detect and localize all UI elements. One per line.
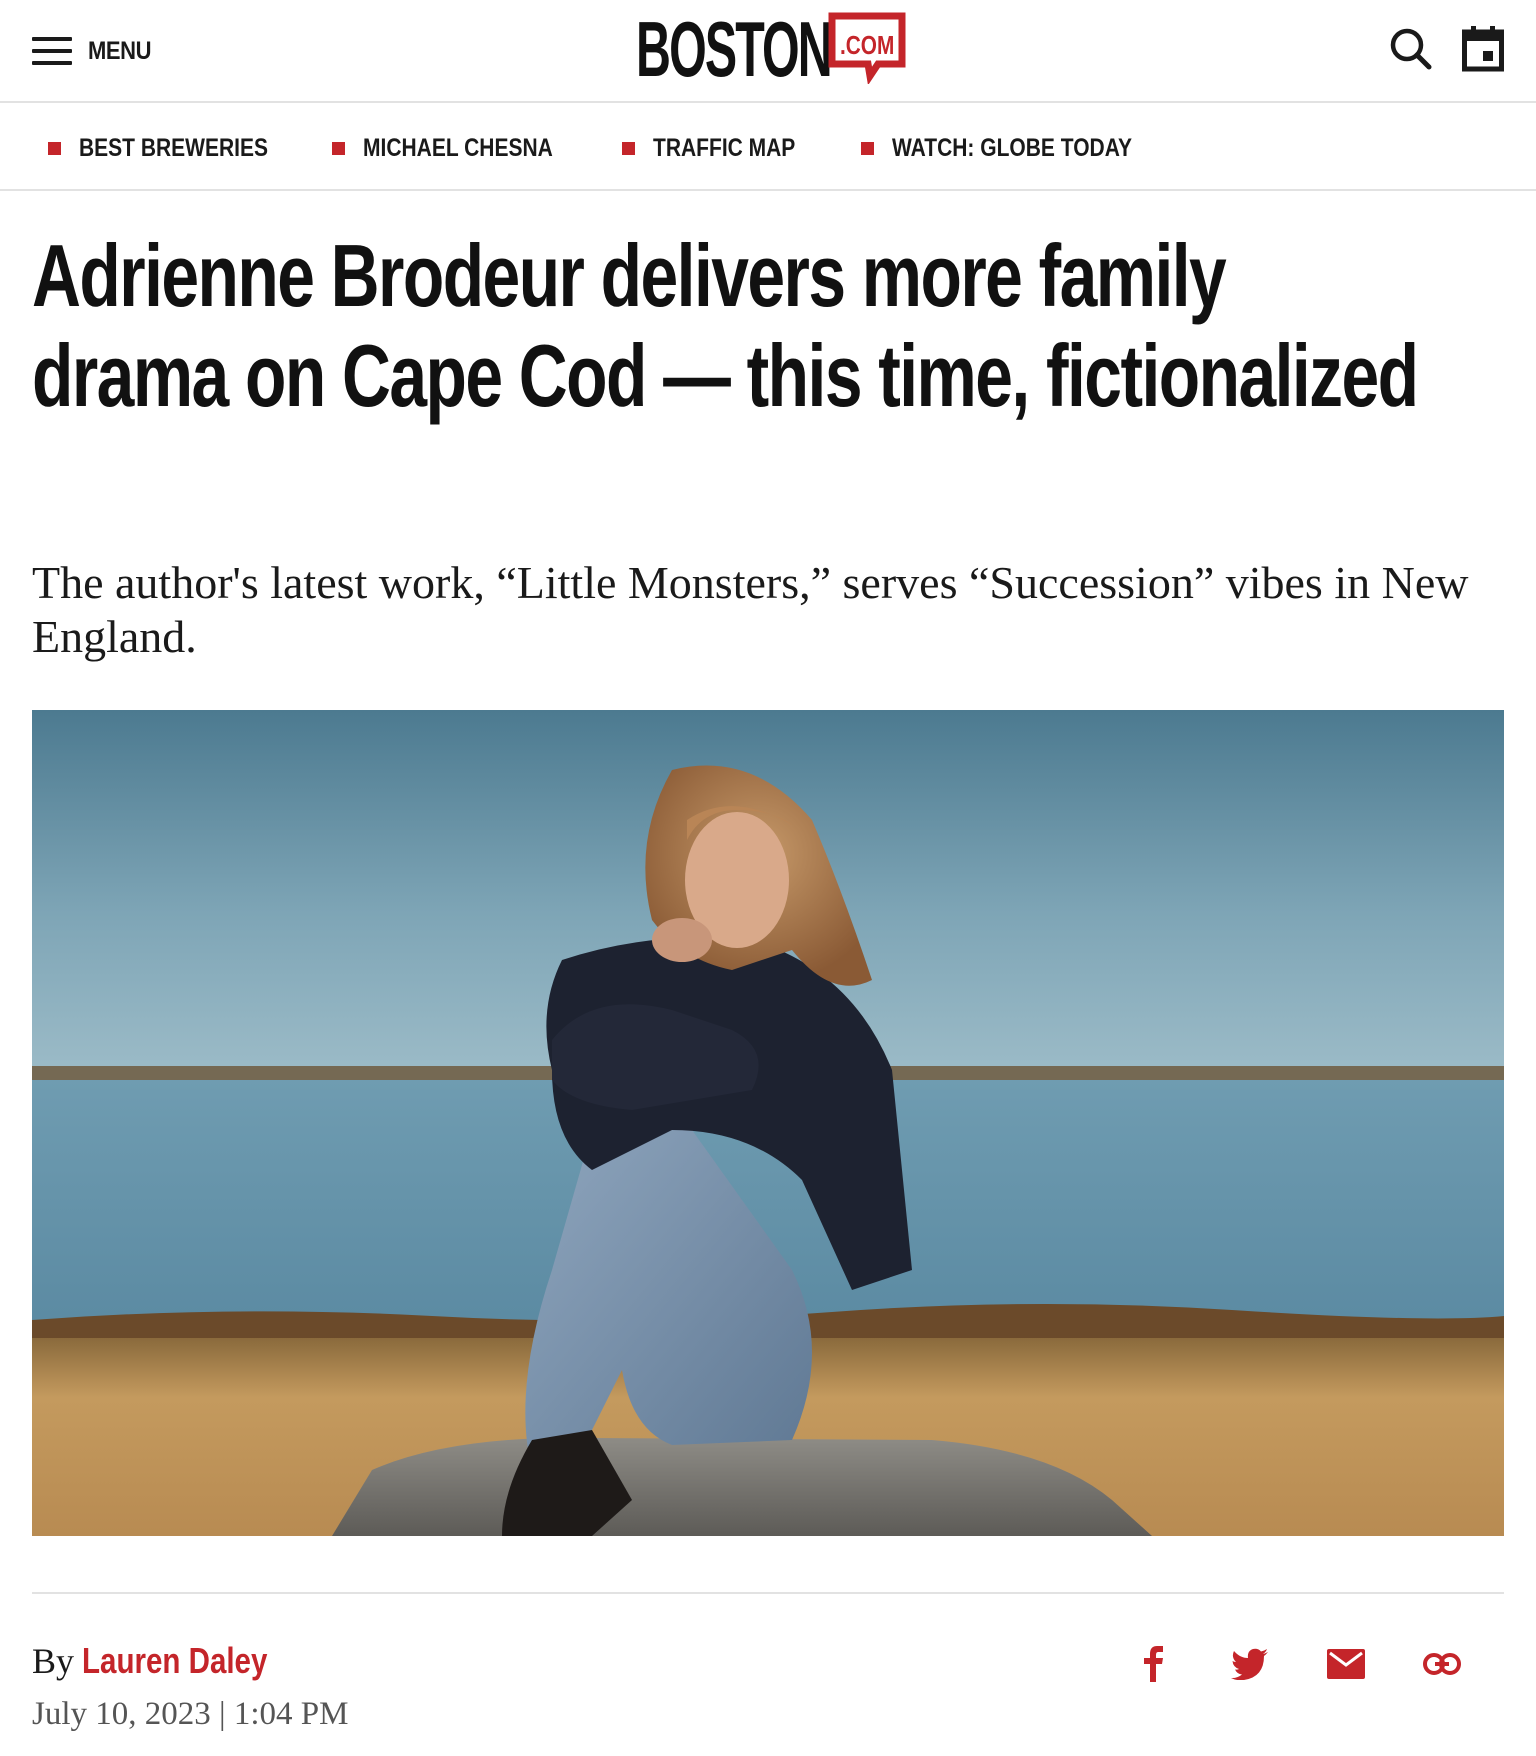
trending-label: BEST BREWERIES	[79, 133, 269, 162]
trending-item-best-breweries[interactable]: BEST BREWERIES	[48, 131, 304, 165]
trending-bullet	[622, 141, 635, 155]
facebook-icon	[1144, 1646, 1163, 1682]
byline-divider	[32, 1592, 1504, 1594]
share-link-button[interactable]	[1418, 1640, 1466, 1688]
calendar-icon	[1462, 26, 1504, 72]
logo-speech-badge: .COM	[828, 12, 906, 84]
logo-wordmark: BOSTON	[636, 5, 833, 93]
twitter-icon	[1231, 1648, 1268, 1680]
byline: By Lauren Daley	[32, 1640, 308, 1686]
article-headline: Adrienne Brodeur delivers more family dr…	[32, 226, 1512, 426]
link-icon	[1423, 1653, 1461, 1675]
boston-com-logo[interactable]: BOSTON .COM	[636, 10, 906, 88]
menu-button[interactable]: MENU	[32, 26, 160, 76]
trending-bullet	[48, 141, 61, 155]
trending-item-watch-globe-today[interactable]: WATCH: GLOBE TODAY	[861, 131, 1178, 165]
search-button[interactable]	[1388, 26, 1434, 72]
calendar-button[interactable]	[1462, 24, 1504, 72]
share-buttons	[1130, 1640, 1510, 1688]
author-link[interactable]: Lauren Daley	[82, 1640, 267, 1682]
share-email-button[interactable]	[1322, 1640, 1370, 1688]
share-twitter-button[interactable]	[1226, 1640, 1274, 1688]
trending-bar: BEST BREWERIES MICHAEL CHESNA TRAFFIC MA…	[0, 103, 1536, 191]
share-facebook-button[interactable]	[1130, 1640, 1178, 1688]
trending-bullet	[332, 141, 345, 155]
headline-text: Adrienne Brodeur delivers more family dr…	[32, 226, 1419, 425]
byline-prefix: By	[32, 1641, 75, 1681]
hamburger-icon	[32, 35, 72, 67]
article-dek: The author's latest work, “Little Monste…	[32, 557, 1469, 662]
menu-label: MENU	[88, 36, 152, 65]
trending-label: WATCH: GLOBE TODAY	[892, 133, 1132, 162]
trending-label: TRAFFIC MAP	[653, 133, 796, 162]
trending-bullet	[861, 141, 874, 155]
trending-label: MICHAEL CHESNA	[363, 133, 553, 162]
trending-item-michael-chesna[interactable]: MICHAEL CHESNA	[332, 131, 589, 165]
hero-photo[interactable]	[32, 710, 1504, 1536]
site-header: MENU BOSTON .COM	[0, 0, 1536, 103]
logo-dotcom: .COM	[840, 30, 895, 60]
search-icon	[1390, 28, 1432, 70]
email-icon	[1327, 1649, 1365, 1679]
trending-item-traffic-map[interactable]: TRAFFIC MAP	[622, 131, 822, 165]
publish-date: July 10, 2023 | 1:04 PM	[32, 1696, 349, 1732]
